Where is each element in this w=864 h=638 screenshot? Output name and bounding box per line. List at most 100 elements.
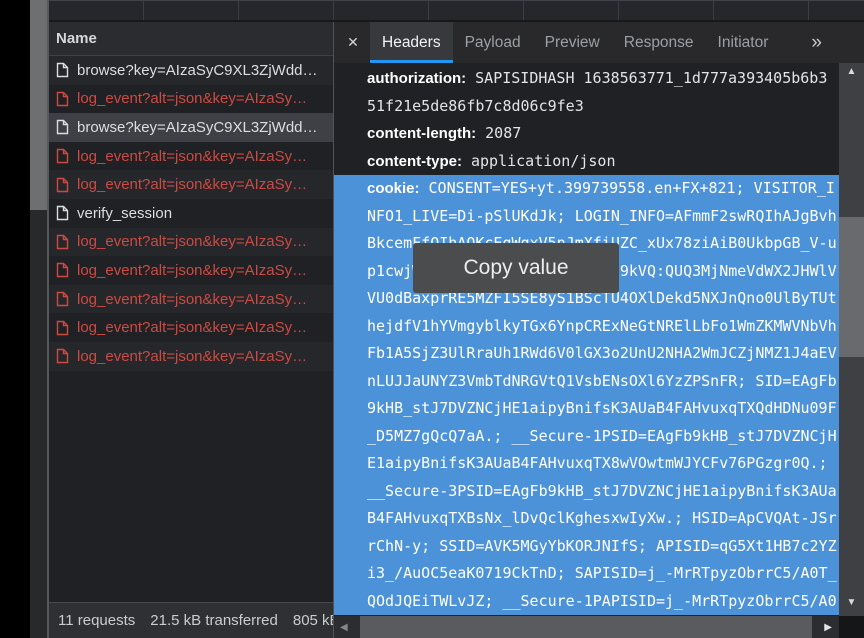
request-row[interactable]: log_event?alt=json&key=AIzaSy… xyxy=(49,256,333,285)
tab-preview[interactable]: Preview xyxy=(533,22,612,63)
overview-cell xyxy=(524,1,619,20)
more-tabs-icon[interactable]: » xyxy=(811,32,822,54)
scroll-down-icon[interactable]: ▼ xyxy=(839,597,864,608)
overview-cell xyxy=(334,1,429,20)
file-icon xyxy=(56,320,69,336)
close-icon[interactable]: ✕ xyxy=(340,22,366,63)
request-row[interactable]: log_event?alt=json&key=AIzaSy… xyxy=(49,313,333,342)
header-value-line: 9kHB_stJ7DVZNCjHE1aipyBnifsK3AUaB4FAHvux… xyxy=(367,395,839,423)
request-row[interactable]: log_event?alt=json&key=AIzaSy… xyxy=(49,85,333,114)
header-value-line: QOdJQEiTWLvJZ; __Secure-1PAPISID=j_-MrRT… xyxy=(367,588,839,616)
header-entry-content-type[interactable]: content-type: application/json xyxy=(367,148,839,176)
request-list: browse?key=AIzaSyC9XL3ZjWdd… log_event?a… xyxy=(49,56,333,371)
tab-label: Payload xyxy=(465,34,521,52)
header-value-line: i3_/AuOC5eaK0719CkTnD; SAPISID=j_-MrRTpy… xyxy=(367,560,839,588)
file-icon xyxy=(56,262,69,278)
request-row[interactable]: browse?key=AIzaSyC9XL3ZjWdd… xyxy=(49,56,333,85)
network-status-bar: 11 requests 21.5 kB transferred 805 kB xyxy=(49,602,333,638)
transferred-size: 21.5 kB transferred xyxy=(150,612,278,629)
header-entry-content-length[interactable]: content-length: 2087 xyxy=(367,120,839,148)
network-overview-strip[interactable] xyxy=(49,0,864,22)
file-icon xyxy=(56,177,69,193)
request-row[interactable]: log_event?alt=json&key=AIzaSy… xyxy=(49,170,333,199)
header-value-line: NFO1_LIVE=Di-pSlUKdJk; LOGIN_INFO=AFmmF2… xyxy=(367,203,839,231)
tab-label: Response xyxy=(624,34,694,52)
file-icon xyxy=(56,291,69,307)
overview-cell xyxy=(49,1,144,20)
request-name: log_event?alt=json&key=AIzaSy… xyxy=(77,319,307,336)
header-value-line: E1aipyBnifsK3AUaB4FAHvuxqTX8wVOwtmWJYCFv… xyxy=(367,450,839,478)
request-row[interactable]: verify_session xyxy=(49,199,333,228)
scroll-up-icon[interactable]: ▲ xyxy=(839,66,864,77)
header-entry-authorization[interactable]: authorization: SAPISIDHASH 1638563771_1d7… xyxy=(367,65,839,120)
tab-label: Headers xyxy=(382,34,441,52)
header-value: SAPISIDHASH 1638563771_1d777a393405b6b3 xyxy=(475,69,827,87)
headers-list: authorization: SAPISIDHASH 1638563771_1d7… xyxy=(367,65,839,615)
scroll-left-icon[interactable]: ◀ xyxy=(340,616,348,638)
page-scrollbar[interactable] xyxy=(30,0,47,638)
request-name: browse?key=AIzaSyC9XL3ZjWdd… xyxy=(77,62,318,79)
tab-label: Initiator xyxy=(718,34,769,52)
overview-cell xyxy=(429,1,524,20)
tab-response[interactable]: Response xyxy=(612,22,706,63)
headers-panel: authorization: SAPISIDHASH 1638563771_1d7… xyxy=(334,63,839,616)
resources-size: 805 kB xyxy=(293,612,333,629)
horizontal-scrollbar[interactable]: ◀ ▶ xyxy=(334,616,839,638)
header-entry-cookie[interactable]: cookie: CONSENT=YES+yt.399739558.en+FX+82… xyxy=(334,175,839,615)
file-icon xyxy=(56,148,69,164)
request-name: log_event?alt=json&key=AIzaSy… xyxy=(77,90,307,107)
horizontal-scrollbar-thumb[interactable] xyxy=(360,616,812,638)
page-scrollbar-thumb[interactable] xyxy=(30,0,47,210)
name-column-header[interactable]: Name xyxy=(49,22,333,56)
file-icon xyxy=(56,62,69,78)
vertical-scrollbar-thumb[interactable] xyxy=(839,217,864,357)
file-icon xyxy=(56,119,69,135)
header-value: 2087 xyxy=(485,124,521,142)
header-value-line: __Secure-3PSID=EAgFb9kHB_stJ7DVZNCjHE1ai… xyxy=(367,478,839,506)
name-column-label: Name xyxy=(56,30,97,47)
request-name: log_event?alt=json&key=AIzaSy… xyxy=(77,176,307,193)
header-value-line: _D5MZ7gQcQ7aA.; __Secure-1PSID=EAgFb9kHB… xyxy=(367,423,839,451)
request-name: log_event?alt=json&key=AIzaSy… xyxy=(77,233,307,250)
tab-strip: Headers Payload Preview Response Initiator xyxy=(370,22,780,63)
tab-label: Preview xyxy=(545,34,600,52)
header-value-line: rChN-y; SSID=AVK5MGyYbKORJNIfS; APISID=q… xyxy=(367,533,839,561)
overview-cell xyxy=(239,1,334,20)
request-row[interactable]: browse?key=AIzaSyC9XL3ZjWdd… xyxy=(49,113,333,142)
scroll-right-icon[interactable]: ▶ xyxy=(824,616,832,638)
overview-cell xyxy=(619,1,714,20)
overview-cell xyxy=(144,1,239,20)
file-icon xyxy=(56,234,69,250)
devtools-window: Name browse?key=AIzaSyC9XL3ZjWdd… log_ev… xyxy=(0,0,864,638)
request-name: browse?key=AIzaSyC9XL3ZjWdd… xyxy=(77,119,318,136)
overview-cell xyxy=(714,1,809,20)
header-value-line: nLUJJaUNYZ3VmbTdNRGVtQ1VsbENsOXl6YzZPSnF… xyxy=(367,368,839,396)
requests-panel: Name browse?key=AIzaSyC9XL3ZjWdd… log_ev… xyxy=(49,22,333,602)
request-row[interactable]: log_event?alt=json&key=AIzaSy… xyxy=(49,228,333,257)
header-value-line: 51f21e5de86fb7c8d06c9fe3 xyxy=(367,93,839,121)
file-icon xyxy=(56,205,69,221)
file-icon xyxy=(56,91,69,107)
header-value-line: Fb1A5SjZ3UlRraUh1RWd6V0lGX3o2UnU2NHA2WmJ… xyxy=(367,340,839,368)
header-name: content-type: xyxy=(367,153,462,170)
request-name: log_event?alt=json&key=AIzaSy… xyxy=(77,262,307,279)
header-name: cookie: xyxy=(367,180,420,197)
request-name: verify_session xyxy=(77,205,172,222)
header-value-line: B4FAHvuxqTXBsNx_lDvQclKghesxwIyXw.; HSID… xyxy=(367,505,839,533)
header-value-line: hejdfV1hYVmgyblkyTGx6YnpCRExNeGtNRElLbFo… xyxy=(367,313,839,341)
request-row[interactable]: log_event?alt=json&key=AIzaSy… xyxy=(49,342,333,371)
copy-value-menu-item[interactable]: Copy value xyxy=(413,243,619,293)
request-row[interactable]: log_event?alt=json&key=AIzaSy… xyxy=(49,142,333,171)
header-value: CONSENT=YES+yt.399739558.en+FX+821; VISI… xyxy=(429,179,835,197)
request-name: log_event?alt=json&key=AIzaSy… xyxy=(77,348,307,365)
request-name: log_event?alt=json&key=AIzaSy… xyxy=(77,148,307,165)
scrollbar-corner xyxy=(839,616,864,638)
header-name: authorization: xyxy=(367,70,466,87)
request-row[interactable]: log_event?alt=json&key=AIzaSy… xyxy=(49,285,333,314)
tab-initiator[interactable]: Initiator xyxy=(706,22,781,63)
vertical-scrollbar[interactable]: ▲ ▼ xyxy=(839,63,864,616)
tab-headers[interactable]: Headers xyxy=(370,22,453,63)
header-name: content-length: xyxy=(367,125,476,142)
header-value: application/json xyxy=(471,152,616,170)
tab-payload[interactable]: Payload xyxy=(453,22,533,63)
